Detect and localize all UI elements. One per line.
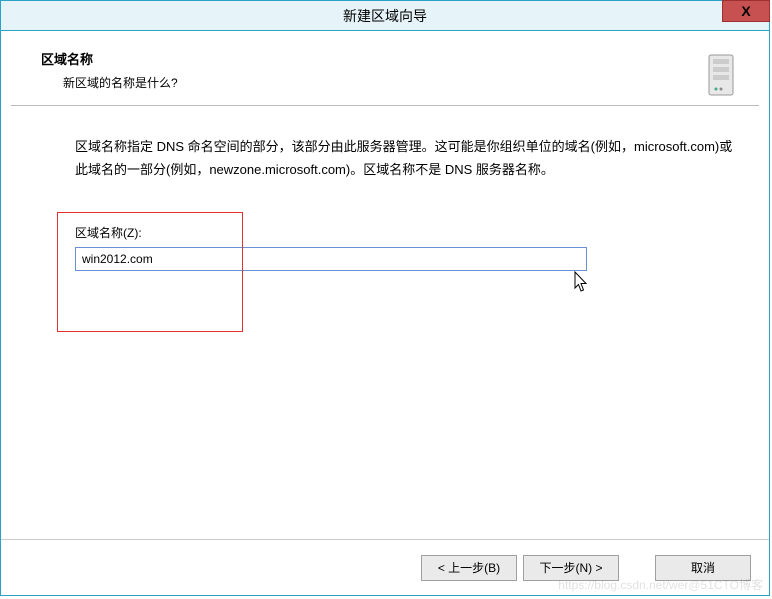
back-button[interactable]: < 上一步(B)	[421, 555, 517, 581]
footer-buttons: < 上一步(B) 下一步(N) > 取消	[1, 539, 769, 595]
header-area: 区域名称 新区域的名称是什么?	[1, 31, 769, 105]
page-subheading: 新区域的名称是什么?	[63, 74, 729, 91]
window-title: 新建区域向导	[343, 6, 427, 26]
cancel-button[interactable]: 取消	[655, 555, 751, 581]
titlebar: 新建区域向导 X	[1, 1, 769, 31]
description-text: 区域名称指定 DNS 命名空间的部分，该部分由此服务器管理。这可能是你组织单位的…	[75, 136, 735, 182]
form-area: 区域名称(Z):	[75, 224, 735, 271]
wizard-window: 新建区域向导 X 区域名称 新区域的名称是什么? 区域名称指定 DNS 命名	[0, 0, 770, 596]
page-heading: 区域名称	[41, 49, 729, 68]
close-icon: X	[741, 3, 750, 19]
body-area: 区域名称指定 DNS 命名空间的部分，该部分由此服务器管理。这可能是你组织单位的…	[1, 106, 769, 271]
server-icon	[701, 51, 741, 104]
next-button[interactable]: 下一步(N) >	[523, 555, 619, 581]
content-area: 区域名称 新区域的名称是什么? 区域名称指定 DNS 命名空间的部分，该部分由此…	[1, 31, 769, 595]
zone-name-input[interactable]	[75, 247, 587, 271]
cursor-icon	[569, 270, 591, 299]
zone-name-label: 区域名称(Z):	[75, 224, 735, 241]
close-button[interactable]: X	[722, 0, 770, 22]
